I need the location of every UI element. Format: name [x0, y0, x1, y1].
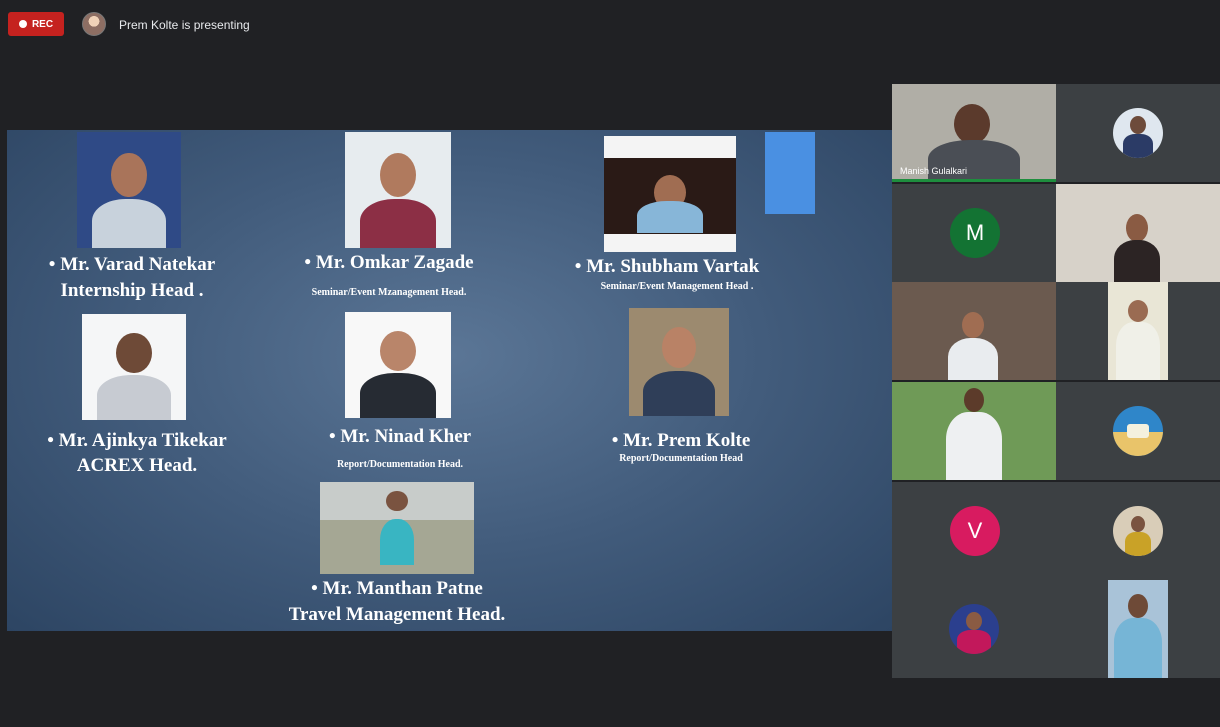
member-photo-shubham	[604, 136, 736, 252]
member-photo-prem	[629, 308, 729, 416]
member-name-6: • Mr. Prem Kolte	[611, 430, 751, 451]
recording-indicator: REC	[8, 12, 64, 36]
member-name-4: • Mr. Ajinkya Tikekar	[47, 430, 227, 451]
top-bar: REC Prem Kolte is presenting	[0, 0, 1220, 44]
speaking-indicator	[892, 179, 1056, 182]
member-role-1: Internship Head .	[60, 280, 204, 301]
member-role-3: Seminar/Event Management Head .	[600, 281, 754, 292]
bottom-bar	[0, 678, 1220, 727]
participant-letter-avatar-m: M	[950, 208, 1000, 258]
participant-tile-10[interactable]	[1056, 482, 1220, 580]
member-photo-manthan	[320, 482, 474, 574]
member-name-1: • Mr. Varad Natekar	[48, 254, 216, 275]
participant-tile-6[interactable]	[1056, 282, 1220, 380]
member-photo-ajinkya	[82, 314, 186, 420]
participant-tile-5[interactable]	[892, 282, 1056, 380]
member-photo-omkar	[345, 132, 451, 248]
slide-decor-rectangle	[765, 132, 815, 214]
participant-tile-4[interactable]	[1056, 184, 1220, 282]
rec-label: REC	[31, 18, 54, 30]
member-name-7: • Mr. Manthan Patne	[311, 578, 483, 599]
participant-letter-avatar-v: V	[950, 506, 1000, 556]
participant-tile-speaker[interactable]: Manish Gulalkari	[892, 84, 1056, 182]
member-role-4: ACREX Head.	[76, 455, 198, 476]
member-photo-ninad	[345, 312, 451, 418]
shared-screen-slide: • Mr. Varad Natekar Internship Head . • …	[7, 130, 892, 631]
member-name-2: • Mr. Omkar Zagade	[304, 252, 474, 273]
participant-avatar	[949, 604, 999, 654]
participant-tile-8[interactable]	[1056, 382, 1220, 480]
participant-tile-v[interactable]: V	[892, 482, 1056, 580]
member-photo-varad	[77, 132, 181, 248]
member-role-7: Travel Management Head.	[288, 604, 506, 625]
member-role-2: Seminar/Event Mzanagement Head.	[311, 287, 467, 298]
speaker-name-label: Manish Gulalkari	[900, 166, 968, 176]
presenting-status: Prem Kolte is presenting	[119, 18, 250, 32]
participant-avatar	[1113, 406, 1163, 456]
member-name-5: • Mr. Ninad Kher	[328, 426, 472, 447]
participant-grid: Manish Gulalkari M V	[892, 84, 1220, 678]
participant-tile-12[interactable]	[1056, 580, 1220, 678]
member-name-3: • Mr. Shubham Vartak	[574, 256, 760, 277]
member-role-5: Report/Documentation Head.	[336, 459, 464, 470]
participant-tile-m[interactable]: M	[892, 184, 1056, 282]
presenter-avatar	[82, 12, 106, 36]
participant-tile-2[interactable]	[1056, 84, 1220, 182]
record-dot-icon	[18, 20, 27, 28]
participant-avatar	[1113, 506, 1163, 556]
participant-tile-11[interactable]	[892, 580, 1056, 678]
participant-avatar	[1113, 108, 1163, 158]
member-role-6: Report/Documentation Head	[619, 453, 743, 464]
participant-tile-7[interactable]	[892, 382, 1056, 480]
